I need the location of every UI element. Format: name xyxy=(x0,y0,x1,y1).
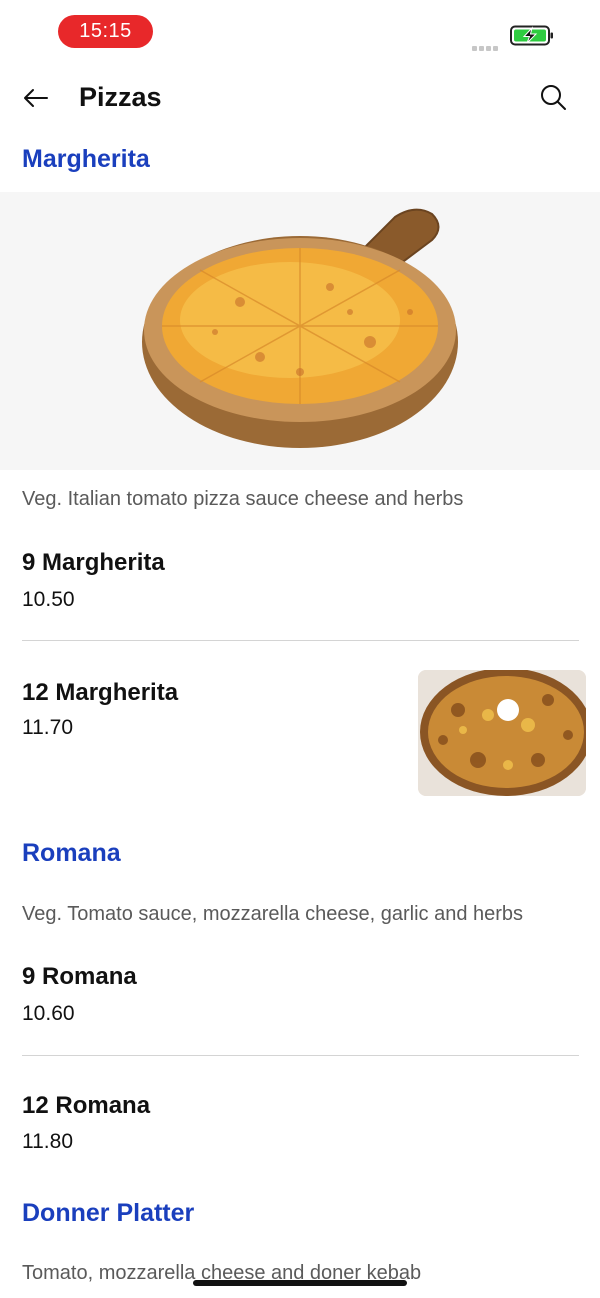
divider xyxy=(22,640,579,641)
item-name: 12 Margherita xyxy=(22,679,179,706)
search-icon xyxy=(541,85,566,110)
category-title-romana: Romana xyxy=(22,839,121,867)
menu-item-9-romana[interactable]: 9 Romana 10.60 xyxy=(0,955,600,1053)
category-description-romana: Veg. Tomato sauce, mozzarella cheese, ga… xyxy=(22,903,524,925)
item-price: 10.50 xyxy=(22,588,75,611)
item-price: 11.70 xyxy=(22,716,73,739)
category-title-margherita: Margherita xyxy=(22,145,150,173)
divider xyxy=(22,1055,579,1056)
top-app-bar: Pizzas xyxy=(0,70,600,130)
search-button[interactable] xyxy=(538,82,568,112)
menu-item-12-romana[interactable]: 12 Romana 11.80 xyxy=(0,1080,600,1175)
home-indicator[interactable] xyxy=(193,1280,407,1286)
item-name: 12 Romana xyxy=(22,1092,151,1119)
item-price: 11.80 xyxy=(22,1130,73,1153)
category-image-margherita xyxy=(0,192,600,470)
menu-item-9-margherita[interactable]: 9 Margherita 10.50 xyxy=(0,540,600,638)
signal-icon xyxy=(472,38,504,51)
menu-screen: 15:15 Pizzas Margherita Veg. Italian tom… xyxy=(0,0,600,1298)
item-name: 9 Romana xyxy=(22,963,137,990)
item-price: 10.60 xyxy=(22,1002,75,1025)
category-title-donner-platter: Donner Platter xyxy=(22,1199,195,1227)
status-bar: 15:15 xyxy=(0,0,600,64)
item-name: 9 Margherita xyxy=(22,549,165,576)
category-description-margherita: Veg. Italian tomato pizza sauce cheese a… xyxy=(22,488,464,510)
battery-charging-icon xyxy=(510,25,554,46)
page-title: Pizzas xyxy=(79,82,162,112)
status-time: 15:15 xyxy=(58,15,153,48)
back-button[interactable] xyxy=(20,82,52,114)
arrow-left-icon xyxy=(24,89,48,107)
item-thumbnail-12-margherita xyxy=(418,670,586,796)
